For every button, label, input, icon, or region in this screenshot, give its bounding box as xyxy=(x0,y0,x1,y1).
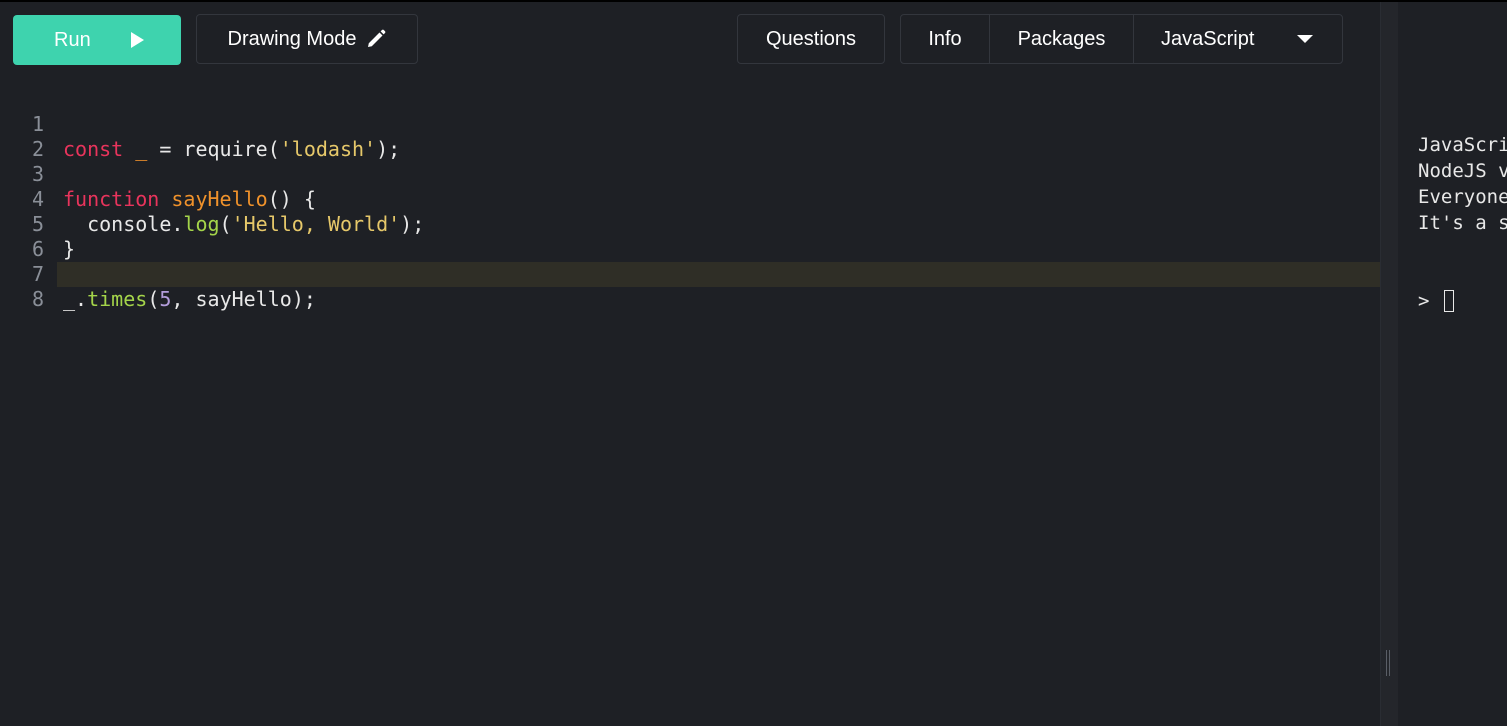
code-line[interactable]: 6 xyxy=(0,212,1380,261)
console-line: Everyone xyxy=(1418,186,1507,208)
toolbar-button-group: Info Packages JavaScript xyxy=(900,14,1343,64)
info-label: Info xyxy=(928,27,962,50)
console-prompt[interactable]: > xyxy=(1418,290,1455,312)
console-line: NodeJS v xyxy=(1418,160,1507,182)
pane-resize-handle[interactable] xyxy=(1380,2,1398,726)
code-line[interactable]: 7 _.times(5, sayHello); xyxy=(0,237,1380,311)
code-line[interactable]: 4 console.log('Hello, World'); xyxy=(0,162,1380,236)
prompt-symbol: > xyxy=(1418,290,1430,312)
console-output[interactable]: JavaScript NodeJS v Everyone It's a s > xyxy=(1398,2,1507,726)
line-number: 8 xyxy=(31,287,44,311)
code-line[interactable]: 5 } xyxy=(0,187,1380,261)
drawing-mode-button[interactable]: Drawing Mode xyxy=(196,14,418,64)
console-line: JavaScript xyxy=(1418,134,1507,156)
run-label: Run xyxy=(54,28,91,51)
packages-label: Packages xyxy=(1017,27,1106,50)
code-text: _.times(5, sayHello); xyxy=(63,287,316,311)
packages-button[interactable]: Packages xyxy=(990,15,1134,63)
questions-button[interactable]: Questions xyxy=(737,14,885,64)
pencil-icon xyxy=(366,29,386,49)
drawing-mode-label: Drawing Mode xyxy=(227,27,357,50)
play-icon xyxy=(130,32,144,48)
repl-app: Run Drawing Mode Questions Info Packages… xyxy=(0,0,1507,726)
language-label: JavaScript xyxy=(1161,27,1255,50)
code-line[interactable]: 8 xyxy=(0,262,1380,311)
code-editor[interactable]: 1 const _ = require('lodash'); 2 3 funct… xyxy=(0,87,1380,726)
questions-label: Questions xyxy=(765,27,857,50)
run-button[interactable]: Run xyxy=(13,15,181,65)
code-line[interactable]: 3 function sayHello() { xyxy=(0,137,1380,211)
code-line[interactable]: 2 xyxy=(0,112,1380,161)
console-line: It's a s xyxy=(1418,212,1507,234)
text-cursor xyxy=(1444,290,1455,312)
code-line[interactable]: 1 const _ = require('lodash'); xyxy=(0,87,1380,161)
chevron-down-icon xyxy=(1297,35,1314,43)
language-select[interactable]: JavaScript xyxy=(1134,15,1342,63)
info-button[interactable]: Info xyxy=(901,15,990,63)
grip-icon xyxy=(1386,650,1390,676)
